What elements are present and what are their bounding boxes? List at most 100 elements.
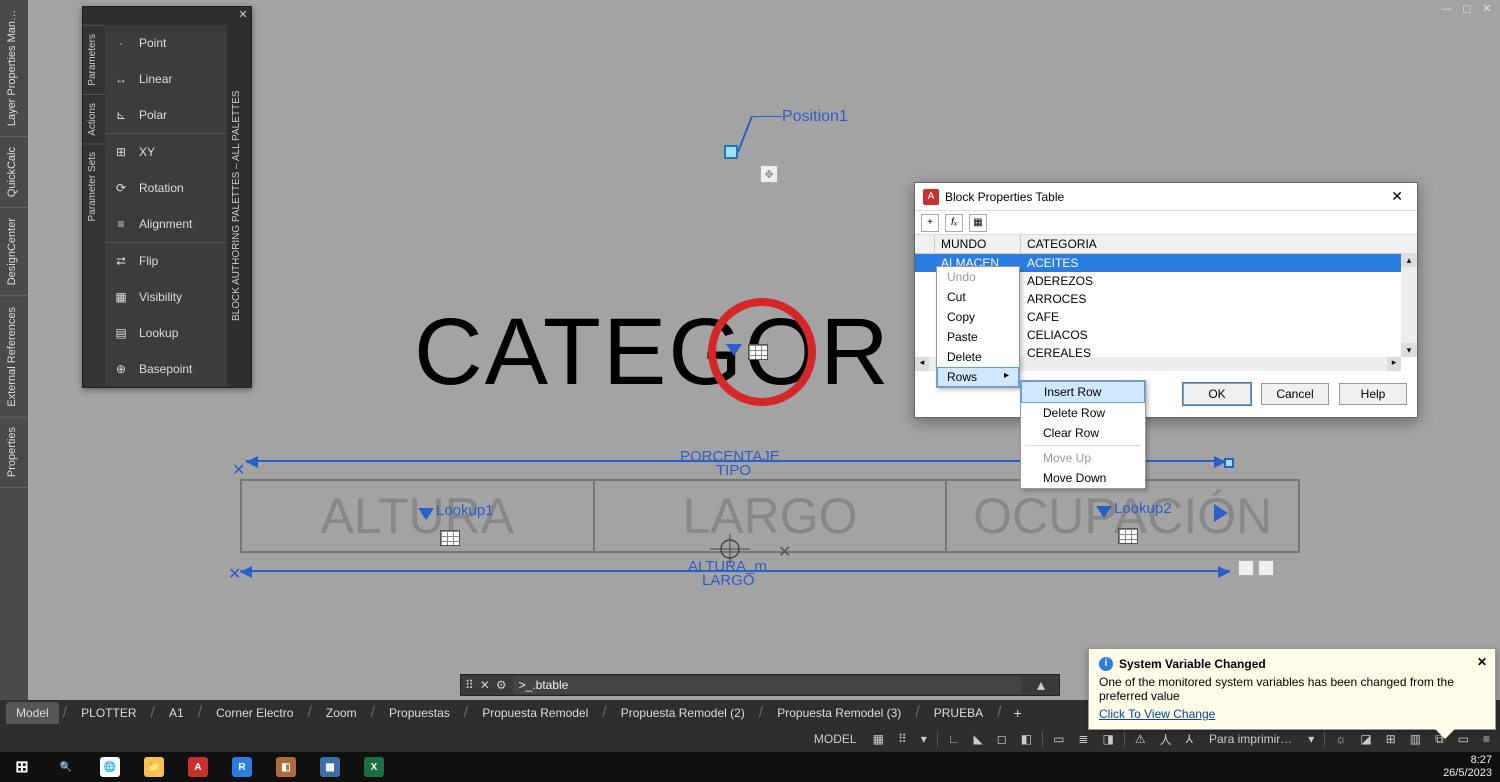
layout-tab-propuestas[interactable]: Propuestas	[379, 702, 460, 724]
window-close[interactable]: ✕	[1480, 2, 1494, 16]
status-annomonitor-icon[interactable]: ⚠	[1131, 730, 1150, 748]
panel-quickcalc[interactable]: QuickCalc	[0, 137, 28, 208]
status-lineweight-icon[interactable]: ▭	[1049, 730, 1068, 748]
ctx-copy[interactable]: Copy	[937, 307, 1019, 327]
layout-add-button[interactable]: +	[1006, 705, 1030, 721]
grid-vscrollbar[interactable]: ▴▾	[1401, 253, 1417, 357]
command-expand-icon[interactable]: ▴	[1027, 675, 1055, 695]
start-button[interactable]: ⊞	[0, 752, 44, 782]
palette-item-flip[interactable]: ⮂Flip	[105, 243, 227, 279]
lookup2-table-icon[interactable]	[1118, 528, 1138, 544]
layout-tab-corner[interactable]: Corner Electro	[206, 702, 303, 724]
status-model-label[interactable]: MODEL	[808, 730, 863, 748]
status-annovisibility-icon[interactable]: ⅄	[1182, 730, 1197, 748]
ctx-delete-row[interactable]: Delete Row	[1021, 403, 1145, 423]
status-osnap-icon[interactable]: ◻	[993, 730, 1011, 748]
window-minimize[interactable]: —	[1440, 2, 1454, 16]
palette-close-icon[interactable]: ✕	[235, 7, 251, 23]
lookup-grip-icon[interactable]	[726, 344, 742, 356]
taskbar-calculator[interactable]: ▦	[308, 752, 352, 782]
command-customize-icon[interactable]: ⚙	[496, 678, 507, 692]
grid-row-selector[interactable]	[915, 235, 935, 253]
ok-button[interactable]: OK	[1183, 383, 1251, 405]
status-dropdown2-icon[interactable]: ▾	[1304, 730, 1318, 748]
status-print-label[interactable]: Para imprimir…	[1203, 730, 1298, 748]
grid-header-categoria[interactable]: CATEGORIA	[1021, 235, 1417, 253]
fx-icon[interactable]: fₓ	[945, 214, 963, 232]
cancel-button[interactable]: Cancel	[1261, 383, 1329, 405]
add-properties-icon[interactable]: +	[921, 214, 939, 232]
command-line[interactable]: ⠿ ✕ ⚙ >_.btable ▴	[460, 674, 1060, 696]
ctx-insert-row[interactable]: Insert Row	[1021, 381, 1145, 403]
grid-header-mundo[interactable]: MUNDO	[935, 235, 1021, 253]
layout-tab-zoom[interactable]: Zoom	[316, 702, 367, 724]
panel-layer-properties[interactable]: Layer Properties Man…	[0, 0, 28, 137]
palette-item-basepoint[interactable]: ⊕Basepoint	[105, 351, 227, 387]
taskbar-autocad[interactable]: A	[176, 752, 220, 782]
taskbar-chrome[interactable]: 🌐	[88, 752, 132, 782]
command-handle-icon[interactable]: ⠿	[465, 678, 474, 692]
status-snap-icon[interactable]: ⠿	[894, 730, 911, 748]
help-button[interactable]: Help	[1339, 383, 1407, 405]
status-grid-icon[interactable]: ▦	[869, 730, 888, 748]
move-grip-icon[interactable]: ✥	[760, 165, 778, 183]
status-quickprops-icon[interactable]: ▥	[1406, 730, 1425, 748]
lookup2-grip-icon[interactable]	[1096, 506, 1112, 518]
panel-external-references[interactable]: External References	[0, 297, 28, 418]
dialog-titlebar[interactable]: A Block Properties Table ✕	[915, 183, 1417, 211]
layout-tab-remodel[interactable]: Propuesta Remodel	[472, 702, 598, 724]
layout-tab-plotter[interactable]: PLOTTER	[71, 702, 146, 724]
audit-icon[interactable]: ▦	[969, 214, 987, 232]
status-gear-icon[interactable]: ☼	[1331, 730, 1350, 748]
palette-item-linear[interactable]: ↔Linear	[105, 61, 227, 97]
status-isoplane-icon[interactable]: ◪	[1356, 730, 1375, 748]
status-dropdown-icon[interactable]: ▾	[917, 730, 931, 748]
taskbar-app[interactable]: ◧	[264, 752, 308, 782]
lookup1-table-icon[interactable]	[440, 530, 460, 546]
ctx-clear-row[interactable]: Clear Row	[1021, 423, 1145, 443]
ctx-delete[interactable]: Delete	[937, 347, 1019, 367]
ctx-rows[interactable]: Rows▸	[937, 367, 1019, 387]
taskbar-excel[interactable]: X	[352, 752, 396, 782]
command-close-icon[interactable]: ✕	[480, 678, 490, 692]
status-3dosnap-icon[interactable]: ◧	[1017, 730, 1036, 748]
status-ortho-icon[interactable]: ∟	[944, 730, 964, 748]
palette-item-point[interactable]: ·Point	[105, 25, 227, 61]
palette-tab-parameters[interactable]: Parameters	[83, 25, 105, 94]
ctx-cut[interactable]: Cut	[937, 287, 1019, 307]
status-transparency-icon[interactable]: ≣	[1074, 730, 1092, 748]
taskbar-revit[interactable]: R	[220, 752, 264, 782]
status-customize-icon[interactable]: ≡	[1479, 730, 1494, 748]
status-annoscale-icon[interactable]: 人	[1156, 729, 1176, 750]
status-units-icon[interactable]: ⊞	[1382, 730, 1400, 748]
palette-tab-parameter-sets[interactable]: Parameter Sets	[83, 143, 105, 229]
palette-item-rotation[interactable]: ⟳Rotation	[105, 170, 227, 206]
notification-link[interactable]: Click To View Change	[1099, 707, 1215, 721]
table-action-icon-2[interactable]	[1258, 560, 1274, 576]
system-tray[interactable]: 8:27 26/5/2023	[1443, 754, 1500, 780]
search-button[interactable]: 🔍	[44, 752, 88, 782]
palette-item-visibility[interactable]: ▦Visibility	[105, 279, 227, 315]
ctx-paste[interactable]: Paste	[937, 327, 1019, 347]
layout-tab-a1[interactable]: A1	[159, 702, 194, 724]
position-grip[interactable]	[724, 145, 738, 159]
palette-item-lookup[interactable]: ▤Lookup	[105, 315, 227, 351]
lookup-table-icon[interactable]	[748, 344, 768, 360]
ctx-move-down[interactable]: Move Down	[1021, 468, 1145, 488]
status-cycling-icon[interactable]: ◨	[1098, 730, 1117, 748]
taskbar-explorer[interactable]: 📁	[132, 752, 176, 782]
lookup1-grip-icon[interactable]	[418, 508, 434, 520]
layout-tab-prueba[interactable]: PRUEBA	[924, 702, 993, 724]
palette-item-polar[interactable]: ⊾Polar	[105, 97, 227, 133]
palette-item-xy[interactable]: ⊞XY	[105, 134, 227, 170]
dialog-close-icon[interactable]: ✕	[1385, 188, 1409, 205]
palette-item-alignment[interactable]: ≡Alignment	[105, 206, 227, 242]
panel-designcenter[interactable]: DesignCenter	[0, 208, 28, 296]
dim-end-grip[interactable]	[1224, 458, 1234, 468]
layout-tab-model[interactable]: Model	[6, 702, 59, 724]
layout-tab-remodel2[interactable]: Propuesta Remodel (2)	[611, 702, 755, 724]
window-restore[interactable]: ◻	[1460, 2, 1474, 16]
table-action-icon-1[interactable]	[1238, 560, 1254, 576]
palette-tab-actions[interactable]: Actions	[83, 94, 105, 144]
status-polar-icon[interactable]: ◣	[970, 730, 987, 748]
